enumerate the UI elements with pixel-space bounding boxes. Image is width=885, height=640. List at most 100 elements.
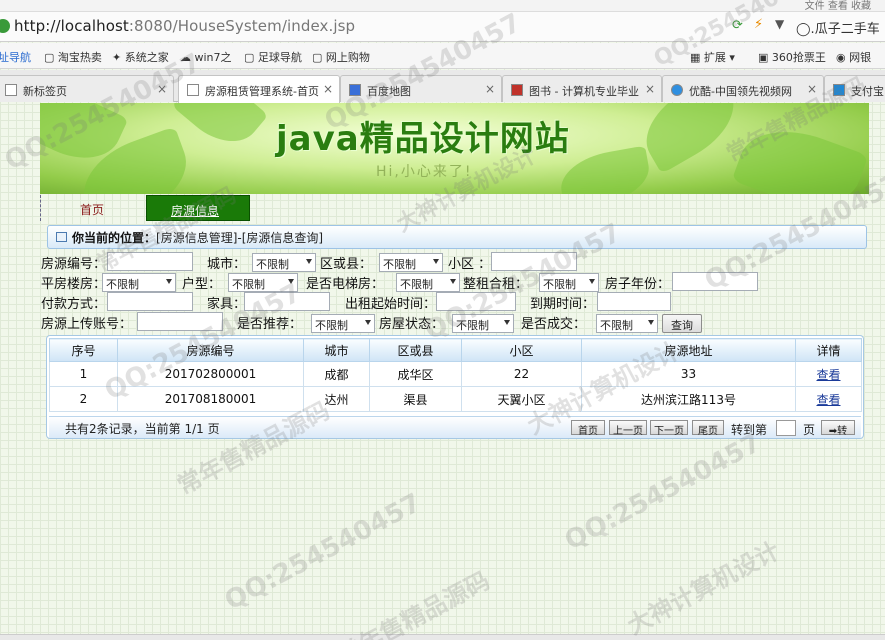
col-address: 房源地址 bbox=[581, 338, 796, 362]
next-page-button[interactable]: 下一页 bbox=[650, 420, 688, 437]
label-house-no: 房源编号： bbox=[41, 257, 107, 272]
tab-baidu-map[interactable]: 百度地图 × bbox=[340, 75, 502, 102]
recommend-select[interactable]: 不限制 bbox=[311, 314, 375, 333]
label-community: 小区 ： bbox=[448, 257, 492, 272]
view-link[interactable]: 查看 bbox=[816, 393, 840, 407]
site-title: java精品设计网站 bbox=[276, 119, 570, 159]
community-input[interactable] bbox=[491, 252, 577, 271]
prev-page-button[interactable]: 上一页 bbox=[609, 420, 647, 437]
menu-bar-partial[interactable]: 文件 查看 收藏 bbox=[805, 0, 871, 12]
status-bar bbox=[0, 634, 885, 640]
record-summary: 共有2条记录，当前第 1/1 页 bbox=[65, 422, 220, 436]
close-icon[interactable]: × bbox=[157, 82, 167, 96]
refresh-icon[interactable]: ⟳ bbox=[732, 18, 743, 33]
tab-alipay[interactable]: 支付宝 bbox=[824, 75, 885, 102]
close-icon[interactable]: × bbox=[807, 82, 817, 96]
label-city: 城市： bbox=[207, 257, 247, 272]
city-select[interactable]: 不限制 bbox=[252, 253, 316, 272]
chevron-down-icon[interactable]: ▼ bbox=[775, 17, 784, 31]
col-index: 序号 bbox=[49, 338, 118, 362]
cell-district: 渠县 bbox=[369, 386, 462, 412]
site-security-icon bbox=[0, 19, 10, 33]
window-top-strip: 文件 查看 收藏 bbox=[0, 0, 885, 12]
table-header-row: 序号 房源编号 城市 区或县 小区 房源地址 详情 bbox=[49, 338, 862, 362]
furniture-input[interactable] bbox=[244, 292, 330, 311]
label-furniture: 家具： bbox=[207, 297, 247, 312]
flat-floor-select[interactable]: 不限制 bbox=[102, 273, 176, 292]
cell-city: 达州 bbox=[303, 386, 370, 412]
nav-home[interactable]: 首页 bbox=[80, 201, 104, 218]
tab-page-icon bbox=[833, 84, 845, 96]
col-community: 小区 bbox=[461, 338, 582, 362]
nav-house-info[interactable]: 房源信息 bbox=[146, 195, 250, 221]
address-bar[interactable]: http://localhost:8080/HouseSystem/index.… bbox=[0, 12, 885, 42]
search-button[interactable]: 查询 bbox=[662, 314, 702, 333]
go-button[interactable]: ➡转 bbox=[821, 420, 855, 437]
chevron-down-icon bbox=[450, 279, 456, 284]
watermark-source-code: 常年售精品源码 bbox=[332, 566, 495, 640]
label-rent-type: 整租合租： bbox=[463, 277, 529, 292]
page-number-input[interactable] bbox=[776, 420, 796, 436]
bookmark-item[interactable]: ◉ 网银 bbox=[836, 49, 871, 65]
lightning-icon[interactable]: ⚡ bbox=[754, 17, 763, 32]
label-uploader: 房源上传账号： bbox=[41, 317, 133, 332]
url-text[interactable]: http://localhost:8080/HouseSystem/index.… bbox=[14, 17, 355, 35]
bookmark-item[interactable]: ▢ 淘宝热卖 bbox=[44, 49, 102, 65]
tab-books[interactable]: 图书 - 计算机专业毕业 × bbox=[502, 75, 662, 102]
main-nav: 首页 房源信息 bbox=[40, 195, 869, 221]
label-district: 区或县： bbox=[320, 257, 373, 272]
col-district: 区或县 bbox=[369, 338, 462, 362]
elevator-select[interactable]: 不限制 bbox=[396, 273, 460, 292]
first-page-button[interactable]: 首页 bbox=[571, 420, 605, 437]
cell-house-no: 201708180001 bbox=[117, 386, 304, 412]
bookmark-item[interactable]: ✦ 系统之家 bbox=[112, 49, 169, 65]
uploader-input[interactable] bbox=[137, 312, 223, 331]
expire-input[interactable] bbox=[597, 292, 671, 311]
col-detail: 详情 bbox=[795, 338, 862, 362]
results-table: 序号 房源编号 城市 区或县 小区 房源地址 详情 1 201702800001… bbox=[46, 335, 864, 439]
bookmark-item[interactable]: ▢ 网上购物 bbox=[312, 49, 370, 65]
cell-district: 成华区 bbox=[369, 361, 462, 387]
rent-start-input[interactable] bbox=[436, 292, 516, 311]
bookmark-item[interactable]: ▦ 扩展 ▾ bbox=[690, 49, 735, 65]
tab-house-system[interactable]: 房源租赁管理系统-首页 × bbox=[178, 75, 340, 103]
tab-page-icon bbox=[349, 84, 361, 96]
bookmark-item[interactable]: ▢ 足球导航 bbox=[244, 49, 302, 65]
label-recommend: 是否推荐： bbox=[237, 317, 303, 332]
tab-new-tab[interactable]: 新标签页 × bbox=[0, 75, 174, 102]
chevron-down-icon bbox=[504, 320, 510, 325]
layout-select[interactable]: 不限制 bbox=[228, 273, 298, 292]
close-icon[interactable]: × bbox=[323, 82, 333, 96]
chevron-down-icon bbox=[166, 279, 172, 284]
status-select[interactable]: 不限制 bbox=[452, 314, 514, 333]
bookmark-item[interactable]: ▣ 360抢票王 bbox=[758, 49, 826, 65]
bookmark-item[interactable]: 址导航 bbox=[0, 49, 31, 65]
page-unit-label: 页 bbox=[803, 423, 816, 437]
tab-page-icon bbox=[5, 84, 17, 96]
house-age-input[interactable] bbox=[672, 272, 758, 291]
last-page-button[interactable]: 尾页 bbox=[692, 420, 724, 437]
tab-strip: 新标签页 × 房源租赁管理系统-首页 × 百度地图 × 图书 - 计算机专业毕业 × 优… bbox=[0, 70, 885, 103]
breadcrumb-label: 你当前的位置： bbox=[72, 231, 157, 245]
tab-youku[interactable]: 优酷-中国领先视频网 × bbox=[662, 75, 824, 102]
chevron-down-icon bbox=[648, 320, 654, 325]
rent-type-select[interactable]: 不限制 bbox=[539, 273, 599, 292]
cell-community: 22 bbox=[461, 361, 582, 387]
label-payment: 付款方式： bbox=[41, 297, 107, 312]
house-no-input[interactable] bbox=[107, 252, 193, 271]
deal-select[interactable]: 不限制 bbox=[596, 314, 658, 333]
search-box[interactable]: ◯.瓜子二手车 bbox=[796, 18, 880, 37]
breadcrumb: 你当前的位置：[房源信息管理]-[房源信息查询] bbox=[47, 225, 867, 249]
label-expire: 到期时间： bbox=[530, 297, 596, 312]
label-status: 房屋状态： bbox=[379, 317, 445, 332]
district-select[interactable]: 不限制 bbox=[379, 253, 443, 272]
payment-input[interactable] bbox=[107, 292, 193, 311]
watermark-qq: QQ:254540457 bbox=[560, 427, 767, 557]
bookmarks-bar: 址导航 ▢ 淘宝热卖 ✦ 系统之家 ☁ win7之 ▢ 足球导航 ▢ 网上购物 … bbox=[0, 43, 885, 69]
view-link[interactable]: 查看 bbox=[816, 368, 840, 382]
close-icon[interactable]: × bbox=[645, 82, 655, 96]
leaf-decoration bbox=[556, 145, 654, 194]
close-icon[interactable]: × bbox=[485, 82, 495, 96]
bookmark-item[interactable]: ☁ win7之 bbox=[180, 49, 232, 65]
tab-page-icon bbox=[187, 84, 199, 96]
